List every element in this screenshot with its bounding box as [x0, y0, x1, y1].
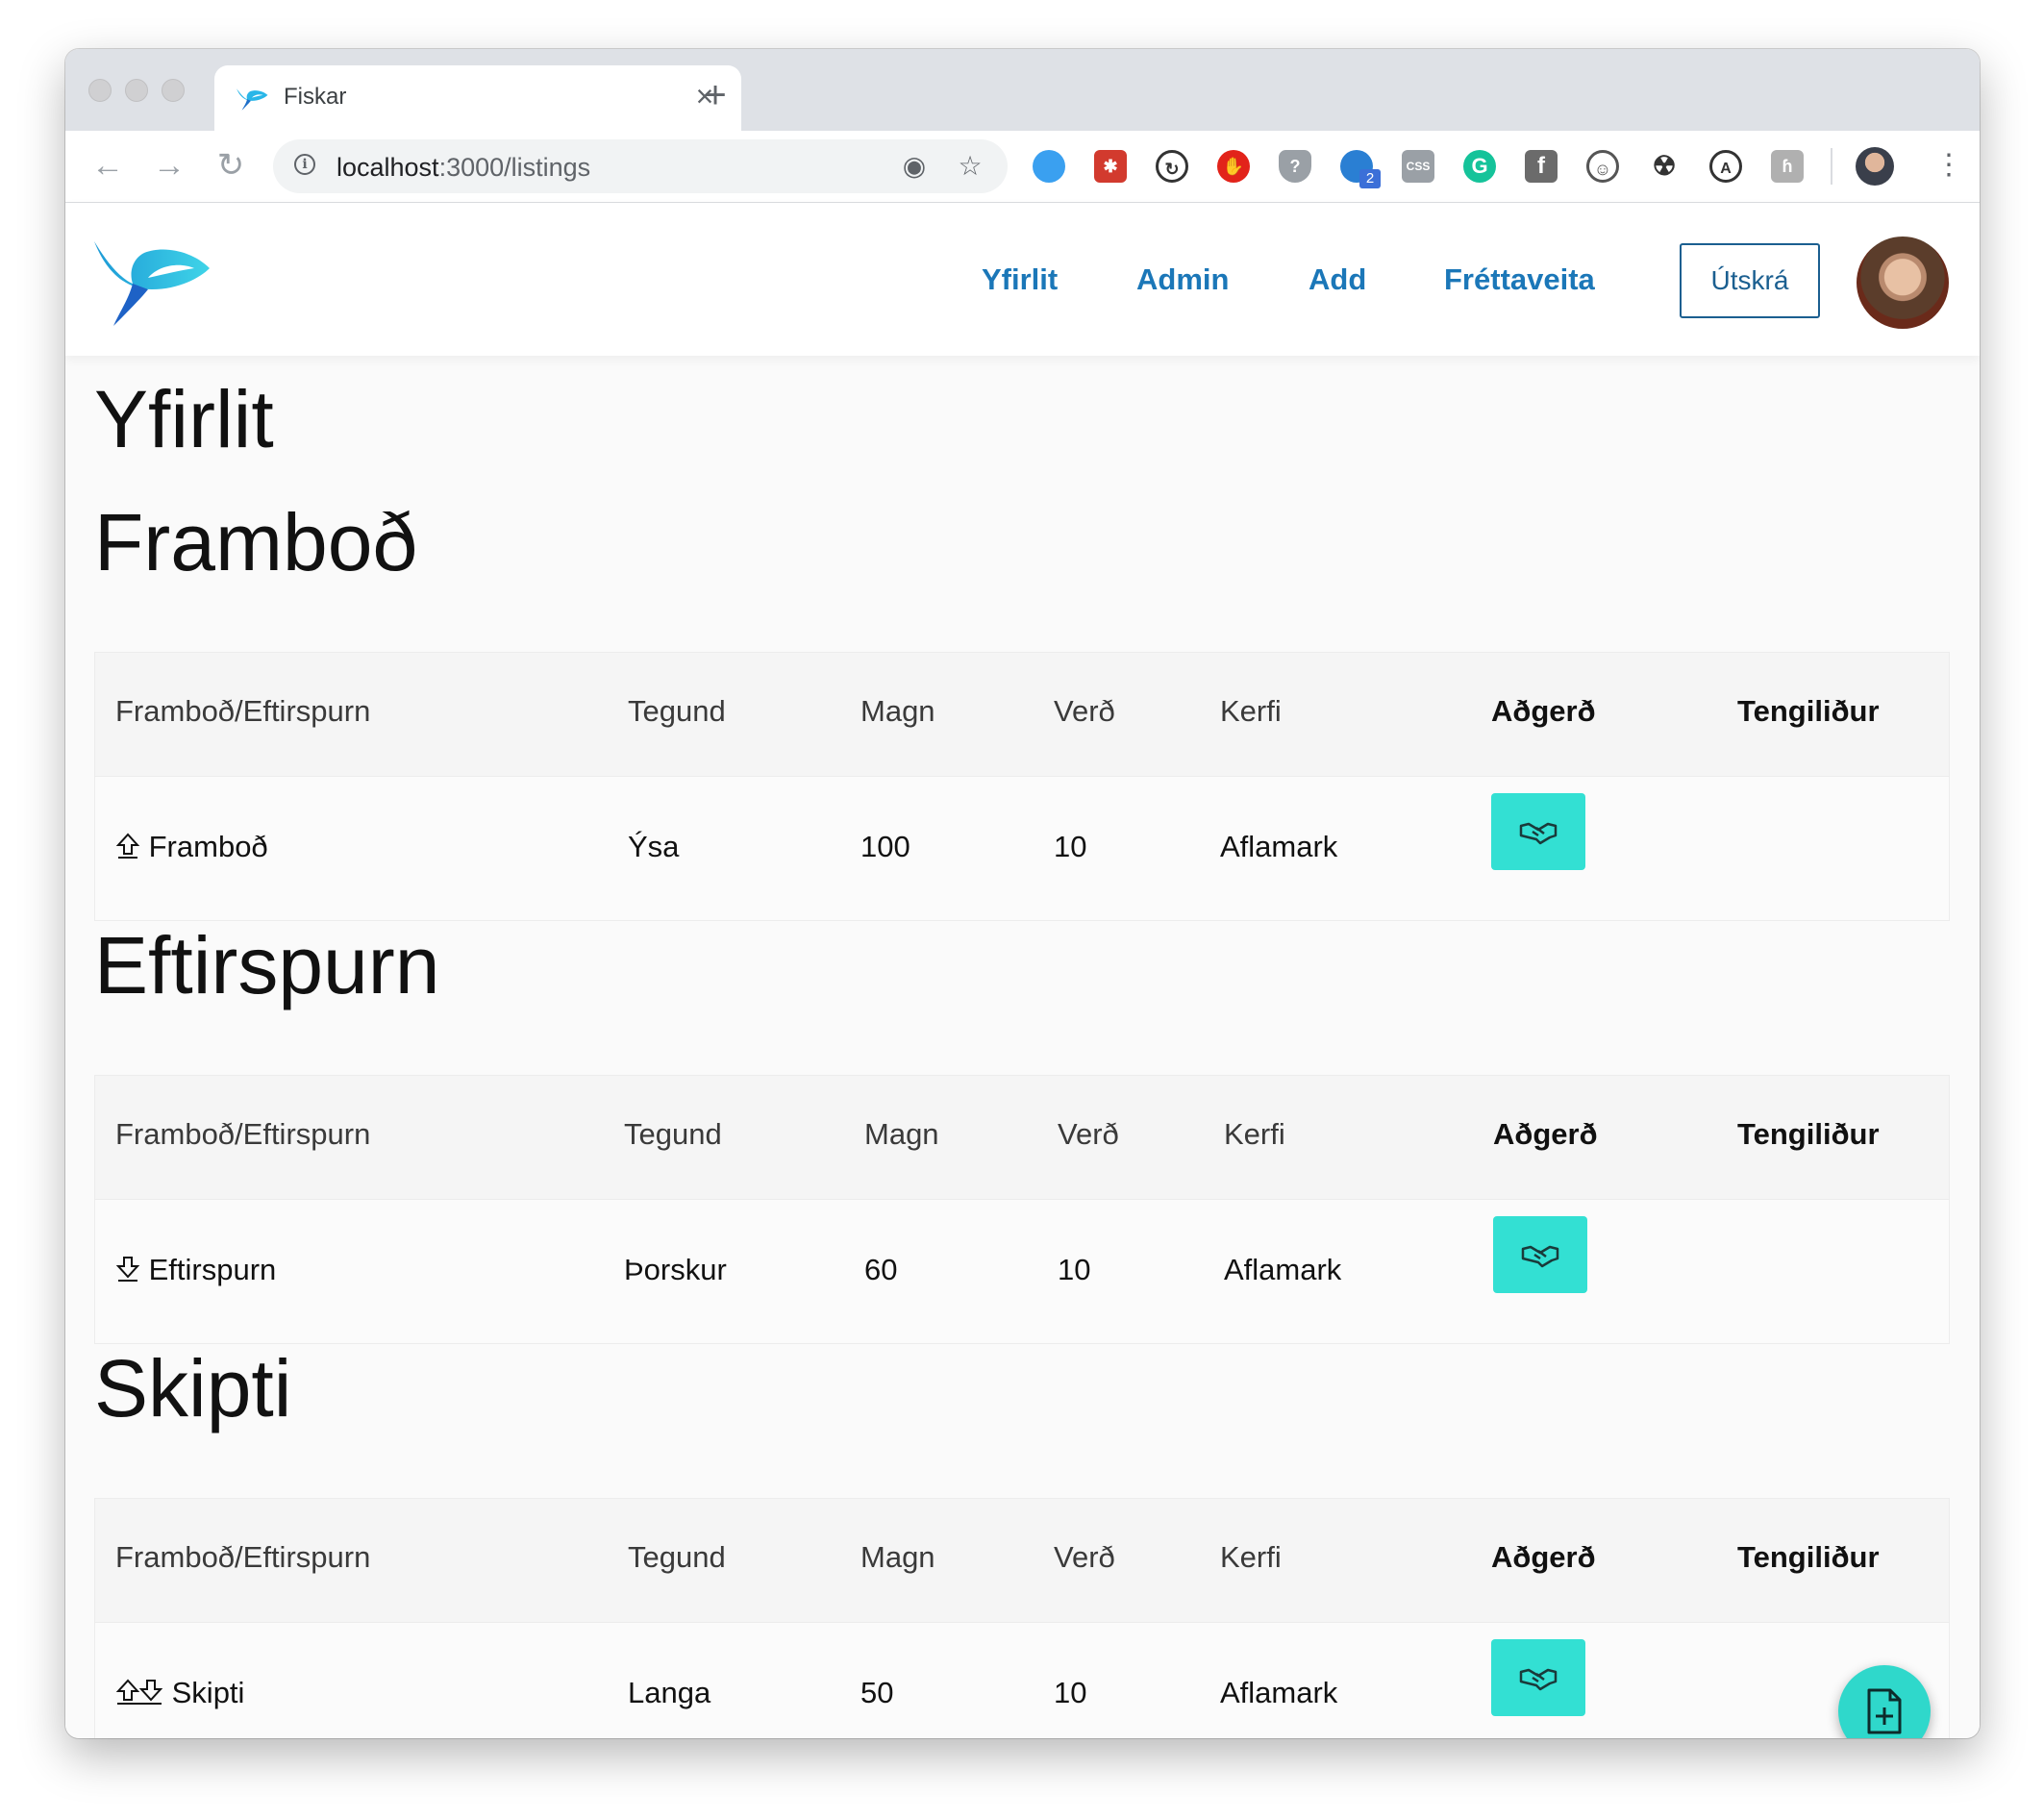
column-header: Tengiliður — [1737, 694, 1880, 728]
column-header: Kerfi — [1224, 1117, 1285, 1151]
back-icon[interactable]: ← — [87, 144, 129, 187]
column-header: Verð — [1054, 1540, 1115, 1574]
browser-tab[interactable]: Fiskar × — [214, 65, 741, 131]
column-header: Magn — [860, 1540, 935, 1574]
column-header: Verð — [1058, 1117, 1119, 1151]
react-devtools-extension-icon[interactable]: ✱ — [1094, 150, 1127, 183]
column-header: Magn — [860, 694, 935, 728]
web-page: Yfirlit Admin Add Fréttaveita Útskrá Yfi… — [65, 203, 1980, 1738]
facebook-extension-icon[interactable]: f — [1525, 150, 1558, 183]
grammarly-extension-icon[interactable]: G — [1463, 150, 1496, 183]
column-header: Tegund — [628, 1540, 726, 1574]
listing-price: 10 — [1054, 830, 1087, 863]
swap-icon — [115, 1679, 163, 1705]
listings-table-eftirspurn: Framboð/Eftirspurn Tegund Magn Verð Kerf… — [94, 1075, 1950, 1344]
column-header: Kerfi — [1220, 694, 1282, 728]
reddit-extension-icon[interactable]: ☺ — [1586, 150, 1619, 183]
column-header: Aðgerð — [1491, 1540, 1596, 1574]
a-extension-icon[interactable]: A — [1709, 150, 1742, 183]
browser-window: Fiskar × + ← → ↻ i localhost:3000/listin… — [65, 49, 1980, 1738]
arrow-up-icon — [115, 833, 140, 859]
table-header: Framboð/Eftirspurn Tegund Magn Verð Kerf… — [95, 653, 1949, 777]
listings-table-frambod: Framboð/Eftirspurn Tegund Magn Verð Kerf… — [94, 652, 1950, 921]
extension-badge: 2 — [1359, 169, 1381, 188]
column-header: Verð — [1054, 694, 1115, 728]
listings-table-skipti: Framboð/Eftirspurn Tegund Magn Verð Kerf… — [94, 1498, 1950, 1738]
site-info-icon[interactable]: i — [294, 154, 315, 175]
table-header: Framboð/Eftirspurn Tegund Magn Verð Kerf… — [95, 1076, 1949, 1200]
column-header: Framboð/Eftirspurn — [115, 1540, 371, 1574]
arrow-down-icon — [115, 1257, 140, 1282]
column-header: Framboð/Eftirspurn — [115, 694, 371, 728]
window-close-button[interactable] — [88, 79, 112, 102]
listing-species: Langa — [628, 1676, 711, 1709]
listing-kind: Eftirspurn — [115, 1253, 276, 1287]
column-header: Kerfi — [1220, 1540, 1282, 1574]
cookie-blocked-icon[interactable]: ◉ — [900, 152, 929, 181]
tab-strip: Fiskar × + — [65, 49, 1980, 131]
listing-system: Aflamark — [1220, 830, 1338, 863]
browser-toolbar: ← → ↻ i localhost:3000/listings ◉ ☆ ✱ ↻ … — [65, 131, 1980, 203]
listing-price: 10 — [1058, 1253, 1091, 1286]
tab-title: Fiskar — [284, 84, 347, 110]
listing-system: Aflamark — [1220, 1676, 1338, 1709]
column-header: Aðgerð — [1491, 694, 1596, 728]
nav-link-yfirlit[interactable]: Yfirlit — [982, 262, 1058, 297]
window-zoom-button[interactable] — [162, 79, 185, 102]
section-title-frambod: Framboð — [94, 497, 418, 587]
bookmark-star-icon[interactable]: ☆ — [956, 152, 985, 181]
adblock-extension-icon[interactable]: ✋ — [1217, 150, 1250, 183]
listing-kind: Skipti — [115, 1676, 244, 1710]
cloud-extension-icon[interactable] — [1033, 150, 1065, 183]
add-document-icon — [1867, 1688, 1902, 1734]
accept-deal-button[interactable] — [1491, 793, 1585, 870]
sync-extension-icon[interactable]: ↻ — [1156, 150, 1188, 183]
listing-quantity: 60 — [864, 1253, 898, 1286]
section-title-skipti: Skipti — [94, 1343, 292, 1433]
profile-avatar-icon[interactable] — [1856, 147, 1894, 186]
fish-logo-icon[interactable] — [92, 239, 212, 326]
css-extension-icon[interactable]: CSS — [1402, 150, 1434, 183]
reload-icon[interactable]: ↻ — [210, 144, 252, 187]
column-header: Tengiliður — [1737, 1117, 1880, 1151]
listing-quantity: 50 — [860, 1676, 894, 1709]
user-avatar[interactable] — [1857, 237, 1949, 329]
accept-deal-button[interactable] — [1493, 1216, 1587, 1293]
handshake-icon — [1521, 1245, 1559, 1268]
url-text: localhost:3000/listings — [337, 153, 591, 182]
column-header: Aðgerð — [1493, 1117, 1598, 1151]
listing-species: Þorskur — [624, 1253, 727, 1286]
window-minimize-button[interactable] — [125, 79, 148, 102]
listing-price: 10 — [1054, 1676, 1087, 1709]
forward-icon[interactable]: → — [148, 144, 190, 187]
nav-link-admin[interactable]: Admin — [1136, 262, 1229, 297]
handshake-icon — [1519, 822, 1558, 845]
listing-kind: Framboð — [115, 830, 268, 864]
h-extension-icon[interactable]: ɦ — [1771, 150, 1804, 183]
column-header: Magn — [864, 1117, 939, 1151]
listing-system: Aflamark — [1224, 1253, 1342, 1286]
column-header: Tegund — [628, 694, 726, 728]
privacy-shield-extension-icon[interactable]: ? — [1279, 150, 1311, 183]
page-title: Yfirlit — [94, 374, 274, 464]
logout-button[interactable]: Útskrá — [1680, 243, 1820, 318]
listing-quantity: 100 — [860, 830, 910, 863]
table-header: Framboð/Eftirspurn Tegund Magn Verð Kerf… — [95, 1499, 1949, 1623]
column-header: Framboð/Eftirspurn — [115, 1117, 371, 1151]
radiation-extension-icon[interactable]: ☢ — [1648, 150, 1681, 183]
fish-logo-icon — [237, 88, 268, 111]
listing-species: Ýsa — [628, 830, 680, 863]
handshake-icon — [1519, 1668, 1558, 1691]
kebab-menu-icon[interactable]: ⋮ — [1934, 146, 1963, 185]
new-tab-icon[interactable]: + — [696, 76, 735, 114]
app-header: Yfirlit Admin Add Fréttaveita Útskrá — [65, 203, 1980, 356]
column-header: Tegund — [624, 1117, 722, 1151]
column-header: Tengiliður — [1737, 1540, 1880, 1574]
accept-deal-button[interactable] — [1491, 1639, 1585, 1716]
toolbar-divider — [1831, 148, 1832, 185]
address-bar[interactable]: i localhost:3000/listings ◉ ☆ — [273, 139, 1008, 193]
section-title-eftirspurn: Eftirspurn — [94, 920, 440, 1010]
nav-link-add[interactable]: Add — [1309, 262, 1366, 297]
nav-link-frettaveita[interactable]: Fréttaveita — [1444, 262, 1595, 297]
